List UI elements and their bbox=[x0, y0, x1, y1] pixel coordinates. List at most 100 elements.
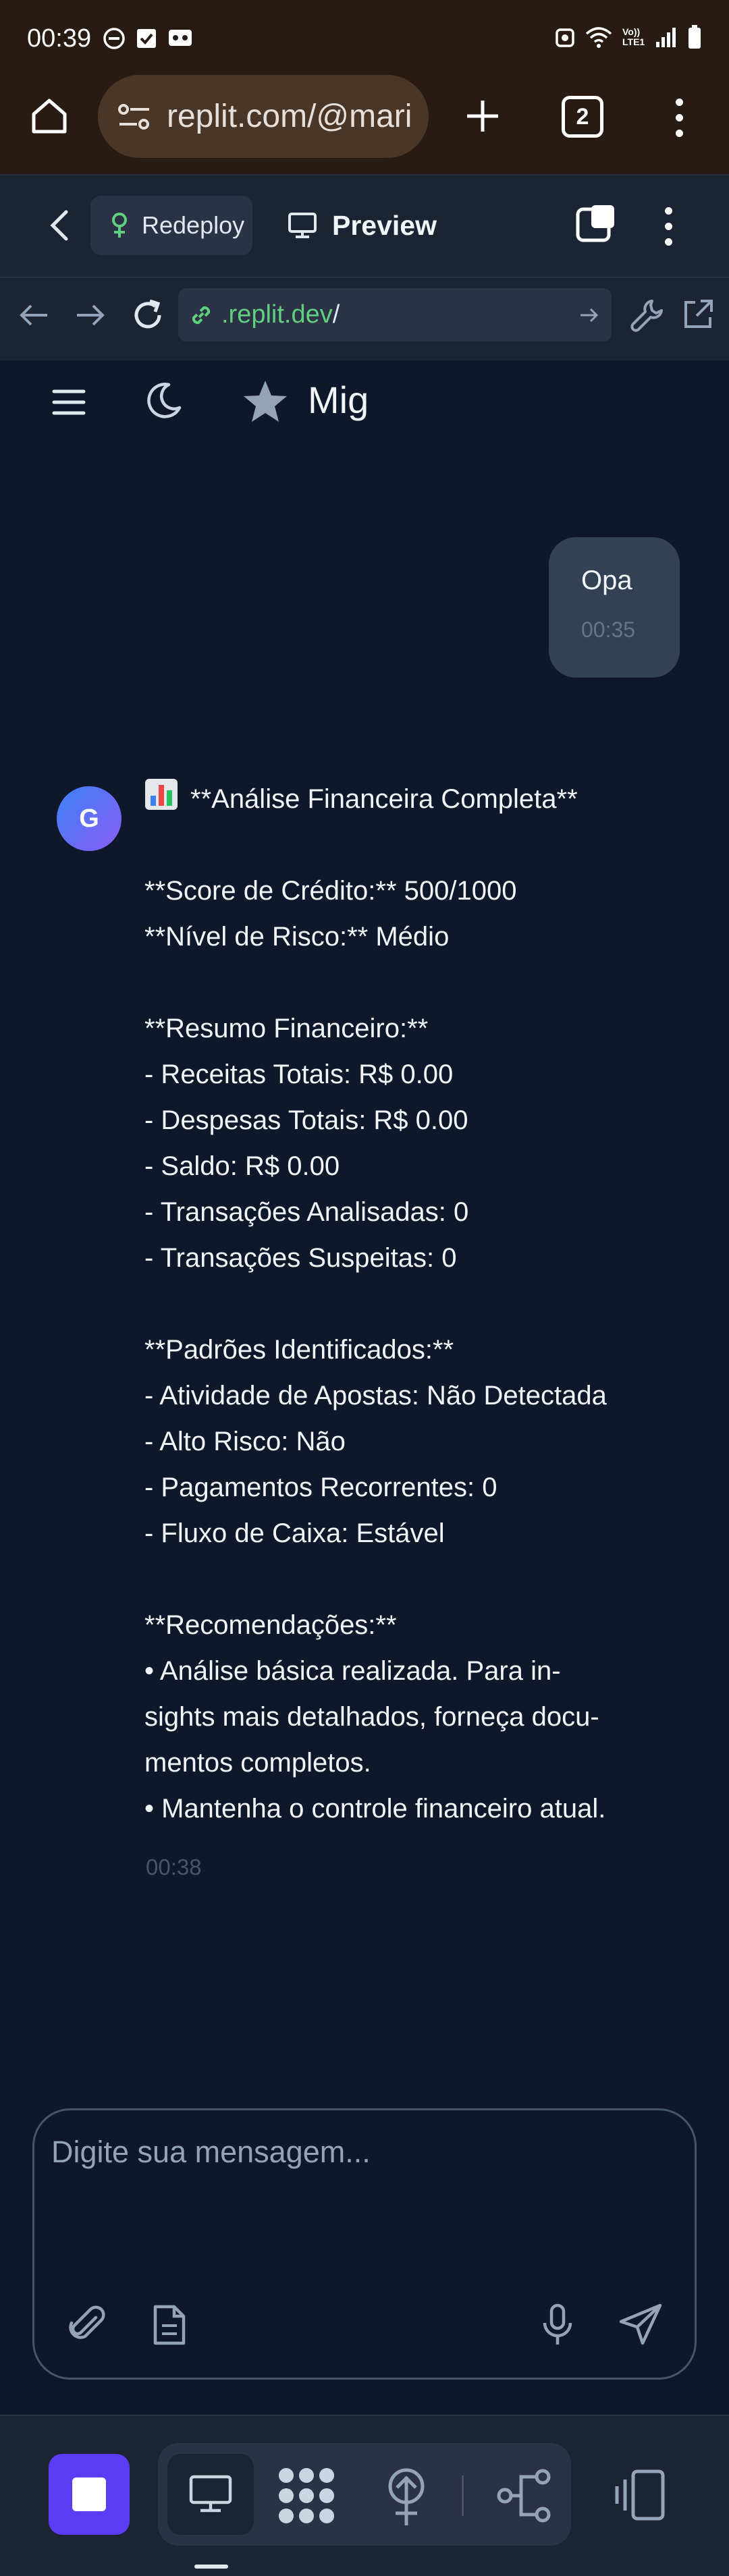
volte-label: Vo)) LTE1 bbox=[622, 26, 645, 47]
signal-bars-icon bbox=[656, 28, 676, 47]
hamburger-menu-icon[interactable] bbox=[51, 385, 86, 420]
preview-tab[interactable]: Preview bbox=[288, 200, 437, 251]
message-line: **Análise Financeira Completa** bbox=[144, 776, 684, 822]
menu-dot bbox=[664, 207, 672, 215]
webview-reload-button[interactable] bbox=[127, 294, 169, 336]
open-external-button[interactable] bbox=[679, 296, 717, 333]
external-link-icon bbox=[684, 300, 713, 328]
microphone-button[interactable] bbox=[537, 2303, 578, 2347]
message-line: - Transações Analisadas: 0 bbox=[144, 1197, 469, 1227]
dock-webview-button[interactable] bbox=[167, 2454, 254, 2535]
send-icon bbox=[619, 2303, 662, 2345]
message-line: - Receitas Totais: R$ 0.00 bbox=[144, 1060, 454, 1089]
arrow-right-icon bbox=[77, 304, 105, 326]
url-domain: .replit.dev bbox=[221, 300, 333, 329]
nodes-grid-icon bbox=[279, 2468, 334, 2523]
message-line: - Pagamentos Recorrentes: 0 bbox=[144, 1473, 497, 1502]
dock-workspace-button[interactable] bbox=[274, 2463, 339, 2528]
redeploy-button[interactable]: Redeploy bbox=[90, 196, 252, 255]
message-line: - Alto Risco: Não bbox=[144, 1427, 346, 1456]
checkbox-notification-icon bbox=[137, 29, 156, 48]
deploy-icon bbox=[112, 213, 127, 238]
new-tab-button[interactable] bbox=[460, 88, 505, 144]
dock-panels-button[interactable] bbox=[613, 2466, 668, 2524]
battery-icon bbox=[688, 25, 701, 49]
messenger-icon bbox=[169, 30, 192, 46]
message-line: mentos completos. bbox=[144, 1748, 371, 1778]
message-line: - Transações Suspeitas: 0 bbox=[144, 1243, 457, 1273]
message-line bbox=[144, 1556, 684, 1602]
status-icons-left bbox=[103, 27, 193, 50]
message-line: **Resumo Financeiro:** bbox=[144, 1014, 429, 1043]
replit-back-button[interactable] bbox=[39, 200, 80, 251]
user-message-text: Opa bbox=[581, 566, 632, 595]
status-icons-right: Vo)) LTE1 bbox=[555, 24, 702, 50]
tab-switcher-button[interactable]: 2 bbox=[562, 96, 603, 138]
user-message-bubble: Opa 00:35 bbox=[549, 537, 680, 678]
webview-forward-button[interactable] bbox=[72, 297, 108, 333]
browser-address-bar[interactable]: replit.com/@mari bbox=[98, 75, 429, 158]
link-icon bbox=[192, 306, 211, 324]
browser-menu-button[interactable] bbox=[666, 90, 693, 144]
message-line bbox=[144, 822, 684, 868]
devtools-button[interactable] bbox=[628, 296, 667, 335]
moon-icon[interactable] bbox=[143, 381, 184, 421]
preview-label: Preview bbox=[332, 209, 437, 241]
stop-icon bbox=[72, 2477, 106, 2511]
status-time: 00:39 bbox=[27, 24, 92, 53]
chevron-left-icon bbox=[50, 210, 68, 241]
message-line: - Despesas Totais: R$ 0.00 bbox=[144, 1105, 468, 1135]
document-icon bbox=[153, 2305, 186, 2345]
home-icon bbox=[32, 99, 67, 134]
message-line: • Mantenha o controle financeiro atual. bbox=[144, 1794, 606, 1824]
git-branch-icon bbox=[497, 2469, 551, 2523]
menu-dot bbox=[675, 113, 683, 121]
replit-menu-button[interactable] bbox=[656, 201, 680, 251]
star-icon bbox=[242, 378, 289, 425]
dnd-icon bbox=[103, 28, 125, 49]
alarm-icon bbox=[556, 28, 574, 47]
wrench-icon bbox=[630, 300, 663, 332]
url-path: / bbox=[332, 300, 340, 329]
monitor-icon bbox=[288, 213, 317, 238]
app-title: Mig bbox=[308, 379, 369, 421]
menu-dot bbox=[675, 98, 683, 106]
message-input[interactable] bbox=[51, 2129, 632, 2176]
panes-icon bbox=[576, 205, 614, 242]
message-line: **Recomendações:** bbox=[144, 1610, 397, 1640]
dock-git-button[interactable] bbox=[494, 2466, 555, 2525]
webview-url-field[interactable]: .replit.dev / bbox=[178, 288, 612, 341]
redeploy-label: Redeploy bbox=[142, 211, 245, 239]
monitor-icon bbox=[189, 2475, 232, 2513]
browser-home-button[interactable] bbox=[24, 88, 74, 144]
document-button[interactable] bbox=[150, 2304, 189, 2346]
message-line bbox=[144, 1281, 684, 1327]
menu-dot bbox=[664, 222, 672, 230]
url-go-icon[interactable] bbox=[578, 304, 599, 326]
bar-chart-emoji-icon bbox=[145, 779, 178, 810]
menu-dot bbox=[675, 129, 683, 137]
microphone-icon bbox=[543, 2303, 572, 2345]
site-settings-icon bbox=[118, 103, 149, 130]
send-button[interactable] bbox=[618, 2301, 664, 2347]
webview-back-button[interactable] bbox=[16, 297, 53, 333]
message-line: **Score de Crédito:** 500/1000 bbox=[144, 876, 517, 906]
message-line: • Análise básica realizada. Para in- bbox=[144, 1656, 561, 1686]
menu-dot bbox=[664, 238, 672, 246]
message-line: - Saldo: R$ 0.00 bbox=[144, 1151, 340, 1181]
user-message-time: 00:35 bbox=[581, 618, 636, 642]
deployments-icon bbox=[388, 2468, 425, 2525]
dock-divider bbox=[462, 2475, 464, 2516]
paperclip-icon bbox=[69, 2305, 105, 2339]
message-line: - Fluxo de Caixa: Estável bbox=[144, 1518, 445, 1548]
message-line bbox=[144, 960, 684, 1006]
browser-address-text: replit.com/@mari bbox=[167, 99, 412, 134]
reload-icon bbox=[134, 299, 161, 329]
message-line: sights mais detalhados, forneça docu- bbox=[144, 1702, 599, 1732]
dock-deploy-button[interactable] bbox=[375, 2463, 437, 2528]
message-line: **Nível de Risco:** Médio bbox=[144, 922, 450, 952]
panes-button[interactable] bbox=[575, 202, 618, 246]
attach-button[interactable] bbox=[65, 2303, 108, 2346]
wifi-icon bbox=[585, 27, 612, 48]
stop-button[interactable] bbox=[49, 2454, 130, 2535]
